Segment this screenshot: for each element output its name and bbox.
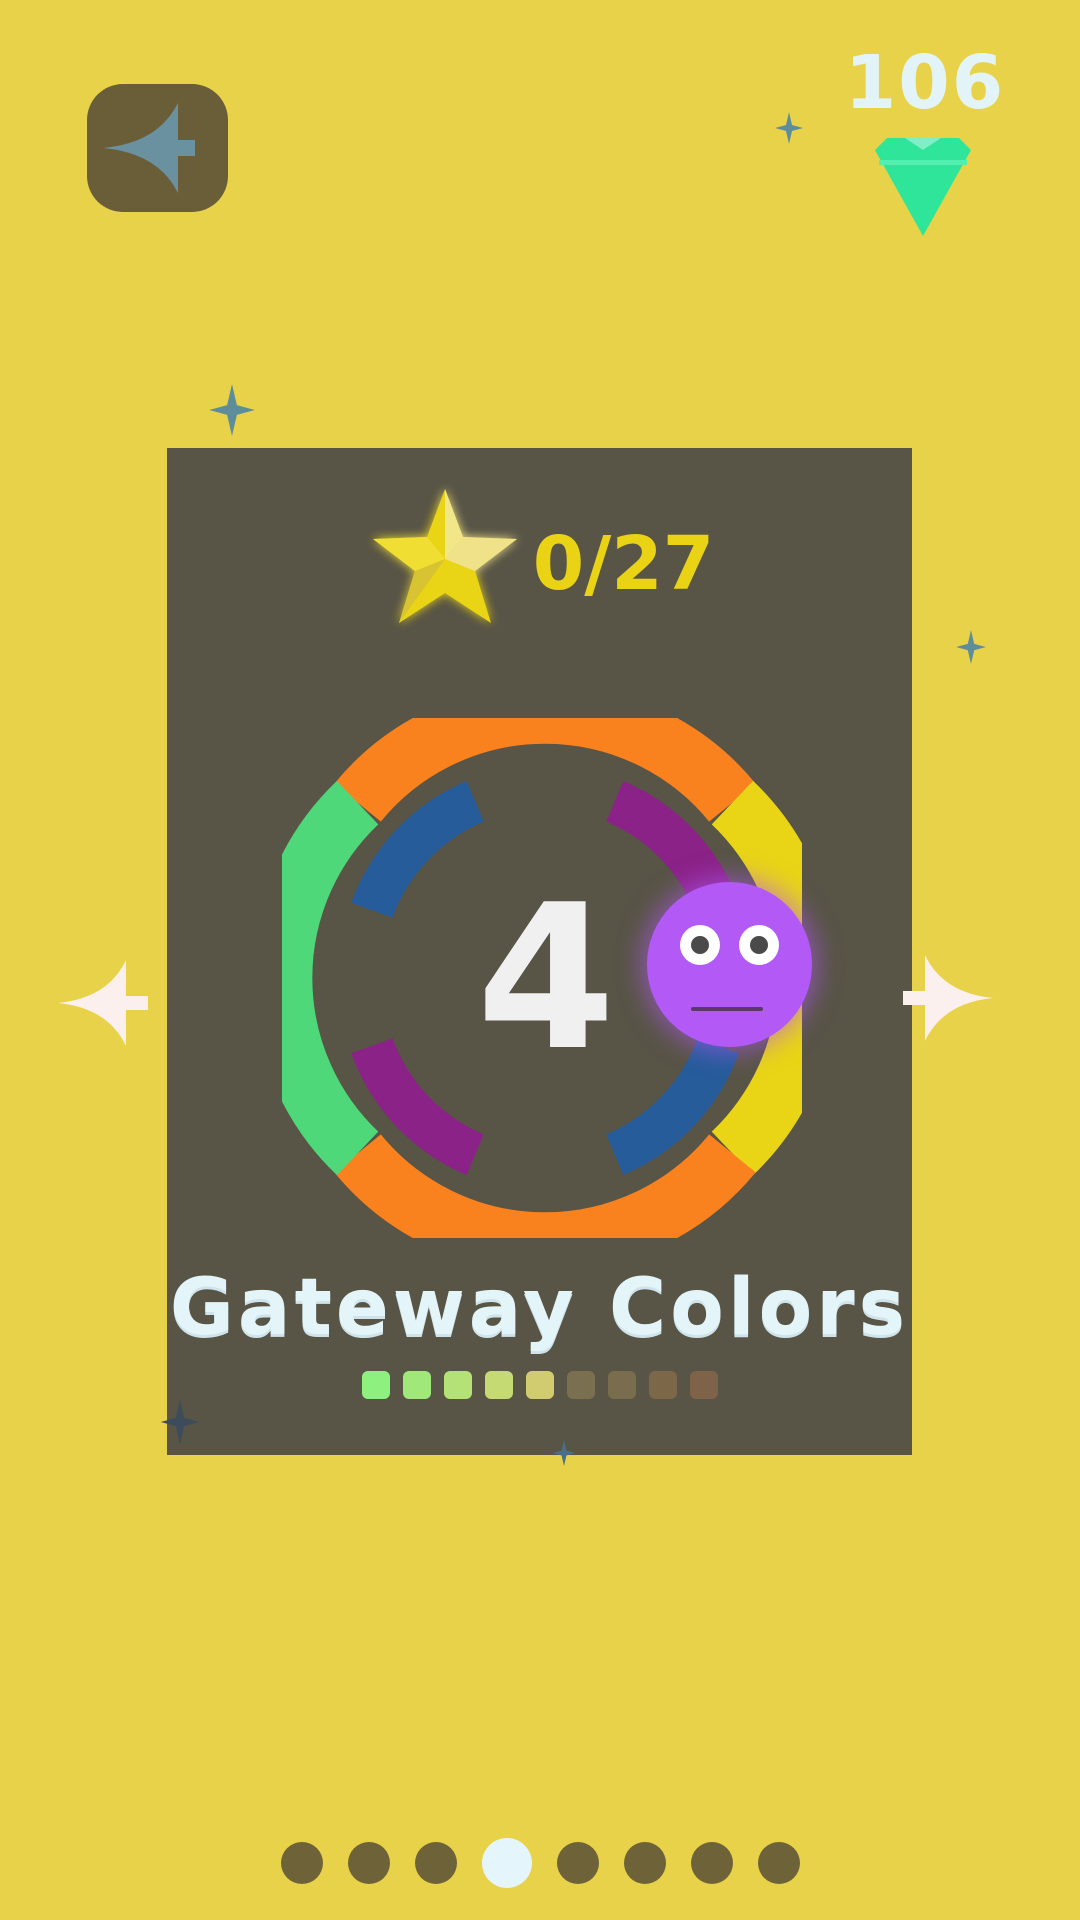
sparkle-icon	[160, 1400, 200, 1444]
prev-arrow-icon[interactable]	[58, 960, 153, 1046]
gem-icon	[875, 138, 971, 236]
back-arrow-icon	[102, 103, 195, 193]
page-indicator[interactable]	[0, 1838, 1080, 1888]
level-title: Gateway Colors	[169, 1263, 910, 1353]
stars-row: 0/27	[167, 478, 912, 638]
page-dot[interactable]	[690, 1842, 733, 1884]
page-dot[interactable]	[623, 1842, 666, 1884]
gem-count: 106	[844, 40, 1006, 126]
progress-square	[402, 1371, 431, 1399]
page-dot[interactable]	[414, 1842, 457, 1884]
sparkle-icon	[775, 112, 803, 144]
progress-square	[525, 1371, 554, 1399]
face-ball-icon	[647, 882, 812, 1047]
page-dot[interactable]	[347, 1842, 390, 1884]
sparkle-icon	[956, 630, 986, 664]
progress-square	[607, 1371, 636, 1399]
progress-square	[566, 1371, 595, 1399]
level-progress	[167, 1371, 912, 1399]
page-dot-active[interactable]	[481, 1838, 532, 1888]
progress-square	[689, 1371, 718, 1399]
sparkle-icon	[209, 384, 255, 436]
progress-square	[361, 1371, 390, 1399]
level-card[interactable]: 0/27 4 Gateway Colors	[167, 448, 912, 1455]
page-dot[interactable]	[757, 1842, 800, 1884]
page-dot[interactable]	[556, 1842, 599, 1884]
sparkle-icon	[552, 1440, 576, 1466]
star-count: 0/27	[532, 521, 715, 607]
next-arrow-icon[interactable]	[898, 955, 993, 1041]
star-icon	[372, 489, 517, 623]
progress-square	[648, 1371, 677, 1399]
page-dot[interactable]	[280, 1842, 323, 1884]
back-button[interactable]	[87, 84, 228, 212]
progress-square	[443, 1371, 472, 1399]
progress-square	[484, 1371, 513, 1399]
